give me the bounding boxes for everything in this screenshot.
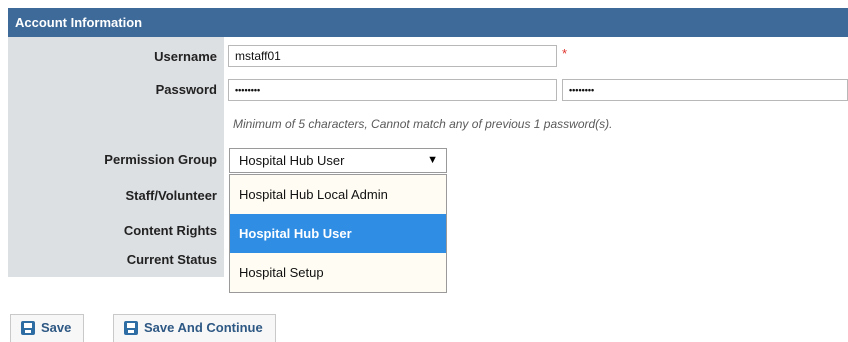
password-input[interactable]: •••••••• [228,79,557,101]
save-icon [124,321,138,335]
dropdown-option[interactable]: Hospital Hub Local Admin [230,175,446,214]
dropdown-option[interactable]: Hospital Setup [230,253,446,292]
save-icon [21,321,35,335]
required-asterisk: * [562,46,568,61]
permission-group-label: Permission Group [104,152,217,167]
username-label: Username [154,49,217,64]
save-and-continue-button[interactable]: Save And Continue [113,314,276,342]
permission-group-select[interactable]: Hospital Hub User ▼ [229,148,447,173]
password-hint: Minimum of 5 characters, Cannot match an… [233,117,613,131]
password-confirm-input[interactable]: •••••••• [562,79,848,101]
section-header: Account Information [8,8,848,37]
staff-volunteer-label: Staff/Volunteer [125,188,218,203]
dropdown-option-selected[interactable]: Hospital Hub User [230,214,446,253]
save-and-continue-label: Save And Continue [144,320,263,335]
permission-group-dropdown: Hospital Hub Local Admin Hospital Hub Us… [229,174,447,293]
save-button-label: Save [41,320,72,335]
save-button[interactable]: Save [10,314,85,342]
permission-group-selected-value: Hospital Hub User [239,153,345,168]
username-input[interactable]: mstaff01 [228,45,557,67]
current-status-label: Current Status [126,252,217,267]
password-label: Password [155,82,217,97]
chevron-down-icon: ▼ [427,154,438,166]
content-rights-label: Content Rights [123,223,217,238]
